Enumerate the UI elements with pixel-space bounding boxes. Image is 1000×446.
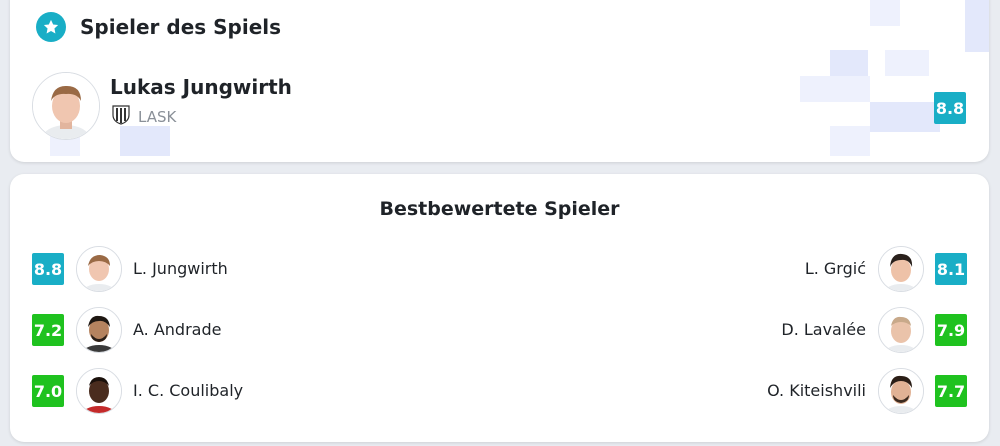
- section-title: Bestbewertete Spieler: [379, 198, 620, 220]
- rating-badge: 8.1: [935, 253, 967, 285]
- player-name[interactable]: L. Jungwirth: [133, 246, 228, 292]
- player-name[interactable]: D. Lavalée: [781, 307, 866, 353]
- decor-square: [870, 102, 940, 132]
- section-title: Spieler des Spiels: [80, 15, 282, 39]
- decor-square: [800, 76, 870, 102]
- player-of-the-match-card: Spieler des Spiels Lukas Jungwirth LASK …: [10, 0, 989, 162]
- player-name[interactable]: O. Kiteishvili: [767, 368, 866, 414]
- player-row: 8.8 L. Jungwirth L. Grgić 8.1: [10, 246, 989, 292]
- club-row[interactable]: LASK: [112, 105, 177, 129]
- player-name[interactable]: L. Grgić: [805, 246, 866, 292]
- player-avatar[interactable]: [76, 246, 122, 292]
- player-avatar[interactable]: [76, 307, 122, 353]
- decor-square: [965, 0, 989, 52]
- player-avatar[interactable]: [32, 72, 100, 140]
- player-avatar[interactable]: [878, 246, 924, 292]
- player-row: 7.2 A. Andrade D. Lavalée 7.9: [10, 307, 989, 353]
- decor-square: [830, 126, 870, 156]
- club-name: LASK: [138, 108, 177, 126]
- player-avatar[interactable]: [878, 307, 924, 353]
- player-name[interactable]: I. C. Coulibaly: [133, 368, 243, 414]
- rating-badge: 7.2: [32, 314, 64, 346]
- player-avatar[interactable]: [878, 368, 924, 414]
- star-icon: [36, 12, 66, 42]
- rating-badge: 7.7: [935, 375, 967, 407]
- decor-square: [830, 50, 868, 76]
- player-name[interactable]: A. Andrade: [133, 307, 221, 353]
- lask-club-icon: [112, 105, 130, 129]
- decor-square: [120, 126, 170, 156]
- player-name[interactable]: Lukas Jungwirth: [110, 72, 292, 102]
- rating-badge: 7.0: [32, 375, 64, 407]
- rating-badge: 7.9: [935, 314, 967, 346]
- best-rated-players-card: Bestbewertete Spieler 8.8 L. Jungwirth L…: [10, 174, 989, 442]
- player-avatar[interactable]: [76, 368, 122, 414]
- decor-square: [870, 0, 900, 26]
- decor-square: [885, 50, 929, 76]
- rating-badge: 8.8: [32, 253, 64, 285]
- rating-badge: 8.8: [934, 92, 966, 124]
- player-row: 7.0 I. C. Coulibaly O. Kiteishvili 7.7: [10, 368, 989, 414]
